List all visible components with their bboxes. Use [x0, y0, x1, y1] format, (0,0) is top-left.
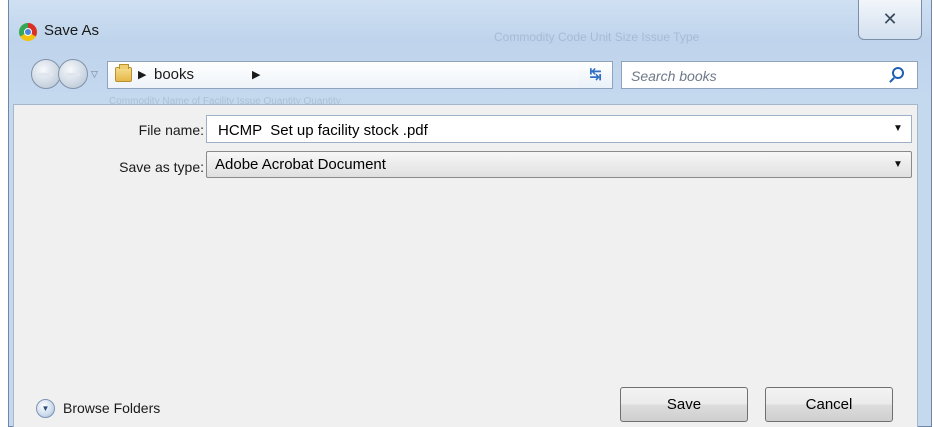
- file-name-label: File name:: [138, 122, 204, 138]
- recent-locations-dropdown-icon[interactable]: ▽: [91, 69, 98, 80]
- save-as-type-label: Save as type:: [119, 159, 204, 175]
- file-name-dropdown-icon[interactable]: ▼: [893, 123, 903, 134]
- save-as-type-value: Adobe Acrobat Document: [215, 156, 386, 173]
- breadcrumb-arrow-icon[interactable]: ▶: [138, 68, 146, 81]
- browse-folders-label[interactable]: Browse Folders: [63, 400, 160, 416]
- folder-icon: [115, 64, 132, 82]
- breadcrumb-item-books[interactable]: books: [154, 66, 194, 83]
- refresh-icon: ↹: [589, 66, 602, 83]
- breadcrumb-arrow-icon[interactable]: ▶: [252, 68, 260, 81]
- save-as-type-select[interactable]: Adobe Acrobat Document ▼: [206, 151, 912, 178]
- back-button[interactable]: [31, 59, 61, 89]
- file-name-input[interactable]: [216, 119, 880, 141]
- background-header-text: Commodity Code Unit Size Issue Type: [494, 30, 700, 44]
- save-as-type-dropdown-icon[interactable]: ▼: [893, 159, 903, 170]
- cancel-button[interactable]: Cancel: [765, 387, 893, 422]
- forward-button[interactable]: [58, 59, 88, 89]
- close-button[interactable]: ✕: [858, 0, 922, 40]
- search-input[interactable]: [629, 65, 883, 87]
- expand-down-icon[interactable]: ▼: [36, 399, 55, 418]
- save-form-panel: File name: ▼ Save as type: Adobe Acrobat…: [13, 104, 918, 427]
- search-icon[interactable]: [892, 67, 904, 79]
- chrome-icon: [19, 23, 37, 41]
- dialog-title: Save As: [44, 22, 100, 39]
- search-box[interactable]: [621, 61, 918, 89]
- address-bar[interactable]: ▶ books ▶ ▼: [107, 61, 613, 89]
- save-button[interactable]: Save: [620, 387, 748, 422]
- file-name-field[interactable]: ▼: [206, 115, 912, 143]
- refresh-button[interactable]: ↹: [579, 61, 613, 89]
